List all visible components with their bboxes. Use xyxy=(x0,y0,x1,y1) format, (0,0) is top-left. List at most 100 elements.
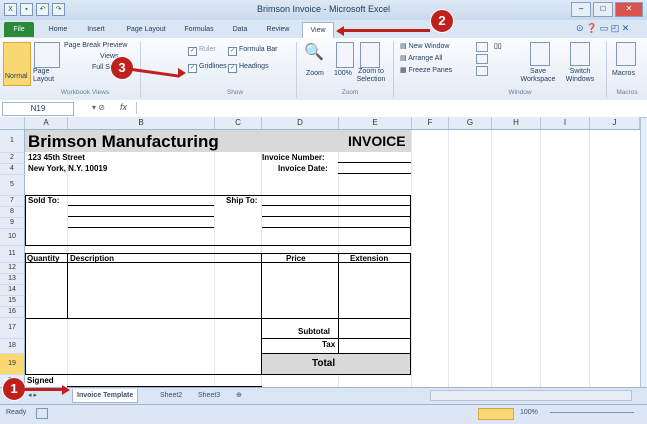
zoom-magnifier-icon[interactable]: 🔍 xyxy=(304,42,326,66)
street-address[interactable]: 123 45th Street xyxy=(28,153,85,162)
macros-icon[interactable] xyxy=(616,42,636,66)
items-table-bottom xyxy=(25,318,411,319)
gridlines-checkbox[interactable]: ✓ Gridlines xyxy=(188,63,227,73)
hide-icon[interactable] xyxy=(476,54,488,64)
column-header[interactable]: D xyxy=(262,117,339,129)
page-break-preview-button[interactable]: Page Break Preview xyxy=(64,42,127,49)
total-label[interactable]: Total xyxy=(312,358,335,369)
tax-label[interactable]: Tax xyxy=(322,340,335,349)
zoom-selection-icon[interactable] xyxy=(360,42,380,68)
row-header[interactable]: 15 xyxy=(0,296,25,307)
ribbon-separator xyxy=(606,42,607,98)
row-header[interactable]: 8 xyxy=(0,207,25,218)
save-workspace-button[interactable]: Save Workspace xyxy=(520,68,556,84)
page-layout-view-icon[interactable] xyxy=(34,42,60,68)
city-address[interactable]: New York, N.Y. 10019 xyxy=(28,164,107,173)
tab-insert[interactable]: Insert xyxy=(80,22,112,37)
row-header[interactable]: 7 xyxy=(0,196,25,207)
tab-home[interactable]: Home xyxy=(42,22,74,37)
macro-record-icon[interactable] xyxy=(36,408,48,419)
signed-label[interactable]: Signed xyxy=(27,376,54,385)
column-header[interactable]: H xyxy=(492,117,541,129)
invoice-date-label[interactable]: Invoice Date: xyxy=(278,164,328,173)
row-header[interactable]: 12 xyxy=(0,263,25,274)
invoice-heading[interactable]: INVOICE xyxy=(348,133,406,149)
items-table-left xyxy=(25,253,26,375)
ruler-checkbox[interactable]: ✓ Ruler xyxy=(188,46,216,56)
company-name[interactable]: Brimson Manufacturing xyxy=(28,132,219,152)
column-header[interactable]: E xyxy=(339,117,412,129)
row-header[interactable]: 17 xyxy=(0,318,25,339)
column-header[interactable]: J xyxy=(590,117,640,129)
formula-bar: N19 ▾ ⊘ fx xyxy=(0,100,647,118)
row-header[interactable]: 1 xyxy=(0,130,25,153)
switch-windows-icon[interactable] xyxy=(570,42,590,66)
split-icon[interactable] xyxy=(476,42,488,52)
column-header[interactable]: F xyxy=(412,117,449,129)
view-side-by-side-icon[interactable]: ▯▯ xyxy=(494,42,504,50)
formula-input[interactable] xyxy=(136,102,637,114)
row-header[interactable]: 10 xyxy=(0,229,25,246)
tab-formulas[interactable]: Formulas xyxy=(178,22,220,37)
row-header[interactable]: 19 xyxy=(0,354,25,375)
zoom-button[interactable]: Zoom xyxy=(306,70,324,77)
zoom-to-selection-button[interactable]: Zoom to Selection xyxy=(354,68,388,84)
zoom-level[interactable]: 100% xyxy=(520,409,538,416)
maximize-button[interactable]: □ xyxy=(593,2,613,17)
row-header[interactable]: 9 xyxy=(0,218,25,229)
tab-view[interactable]: View xyxy=(302,22,334,38)
insert-function-icon[interactable]: fx xyxy=(120,102,127,112)
zoom-100-button[interactable]: 100% xyxy=(334,70,352,77)
column-header[interactable]: G xyxy=(449,117,492,129)
tab-data[interactable]: Data xyxy=(226,22,254,37)
normal-view-button[interactable]: Normal xyxy=(3,42,31,86)
invoice-number-label[interactable]: Invoice Number: xyxy=(262,153,325,162)
switch-windows-button[interactable]: Switch Windows xyxy=(562,68,598,84)
tab-file[interactable]: File xyxy=(4,22,34,37)
minimize-button[interactable]: – xyxy=(571,2,591,17)
row-header[interactable]: 2 xyxy=(0,153,25,164)
column-header[interactable]: C xyxy=(215,117,262,129)
row-header[interactable]: 11 xyxy=(0,246,25,263)
close-button[interactable]: ✕ xyxy=(615,2,643,17)
ribbon-tabs: File Home Insert Page Layout Formulas Da… xyxy=(0,20,647,38)
sheet-tab-sheet2[interactable]: Sheet2 xyxy=(160,389,182,402)
horizontal-scrollbar[interactable] xyxy=(430,390,632,401)
insert-sheet-icon[interactable]: ⊕ xyxy=(236,389,242,402)
row-header[interactable]: 4 xyxy=(0,164,25,175)
new-window-label: New Window xyxy=(408,43,450,50)
unhide-icon[interactable] xyxy=(476,66,488,76)
column-header[interactable]: I xyxy=(541,117,590,129)
row-header[interactable]: 5 xyxy=(0,175,25,196)
new-window-button[interactable]: ▤ New Window xyxy=(400,42,449,50)
vertical-scrollbar[interactable] xyxy=(640,117,647,388)
select-all-corner[interactable] xyxy=(0,117,25,129)
help-icon[interactable]: ⊙ ❓ ▭ ◰ ✕ xyxy=(576,23,629,34)
save-workspace-icon[interactable] xyxy=(530,42,550,66)
tab-review[interactable]: Review xyxy=(260,22,296,37)
page-layout-label[interactable]: Page Layout xyxy=(33,68,61,84)
row-header[interactable]: 16 xyxy=(0,307,25,318)
zoom-slider[interactable] xyxy=(550,412,634,413)
sheet-tab-sheet3[interactable]: Sheet3 xyxy=(198,389,220,402)
formula-bar-checkbox[interactable]: ✓ Formula Bar xyxy=(228,46,278,56)
subtotal-label[interactable]: Subtotal xyxy=(298,327,330,336)
name-box-dropdown-icon[interactable]: ▾ ⊘ xyxy=(92,103,105,112)
row-header[interactable]: 14 xyxy=(0,285,25,296)
ship-to-label[interactable]: Ship To: xyxy=(226,196,257,205)
sold-to-label[interactable]: Sold To: xyxy=(28,196,59,205)
macros-button[interactable]: Macros xyxy=(612,70,635,77)
name-box[interactable]: N19 xyxy=(2,102,74,116)
view-buttons-icon[interactable] xyxy=(478,408,514,420)
column-header[interactable]: A xyxy=(25,117,68,129)
headings-checkbox[interactable]: ✓ Headings xyxy=(228,63,269,73)
zoom-100-icon[interactable] xyxy=(336,42,354,68)
freeze-panes-button[interactable]: ▦ Freeze Panes xyxy=(400,66,452,74)
column-header[interactable]: B xyxy=(68,117,215,129)
tab-page-layout[interactable]: Page Layout xyxy=(120,22,172,37)
row-header[interactable]: 13 xyxy=(0,274,25,285)
sheet-tab-invoice-template[interactable]: Invoice Template xyxy=(72,389,139,403)
row-header[interactable]: 18 xyxy=(0,339,25,354)
arrange-all-button[interactable]: ▤ Arrange All xyxy=(400,54,442,62)
gridline xyxy=(214,130,215,387)
